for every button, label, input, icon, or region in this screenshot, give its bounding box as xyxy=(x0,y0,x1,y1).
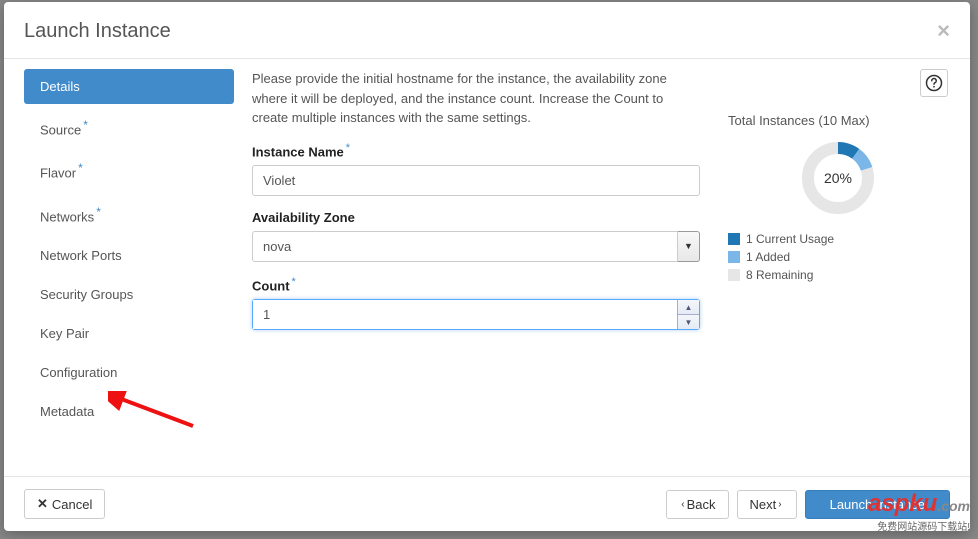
usage-donut-chart: 20% xyxy=(798,138,878,218)
sidebar-item-source[interactable]: Source* xyxy=(24,108,234,147)
sidebar-item-label: Configuration xyxy=(40,365,117,380)
count-input[interactable] xyxy=(253,300,677,329)
sidebar-item-label: Flavor xyxy=(40,166,76,181)
legend-swatch xyxy=(728,251,740,263)
modal-title: Launch Instance xyxy=(24,20,171,43)
stats-title: Total Instances (10 Max) xyxy=(728,113,948,128)
legend-item-current: 1 Current Usage xyxy=(728,232,948,246)
sidebar-item-networks[interactable]: Networks* xyxy=(24,195,234,234)
legend-swatch xyxy=(728,233,740,245)
chevron-right-icon: › xyxy=(778,499,781,510)
spinner-buttons: ▲ ▼ xyxy=(677,300,699,329)
sidebar-item-flavor[interactable]: Flavor* xyxy=(24,151,234,190)
close-icon[interactable]: × xyxy=(937,18,950,44)
modal-body: Details Source* Flavor* Networks* Networ… xyxy=(4,59,970,476)
instance-name-group: Instance Name* xyxy=(252,142,700,196)
sidebar-item-label: Details xyxy=(40,79,80,94)
sidebar-item-label: Key Pair xyxy=(40,326,89,341)
availability-zone-group: Availability Zone nova ▼ xyxy=(252,210,700,262)
legend-swatch xyxy=(728,269,740,281)
sidebar-item-label: Source xyxy=(40,122,81,137)
instance-name-label: Instance Name* xyxy=(252,142,700,159)
chevron-left-icon: ‹ xyxy=(681,499,684,510)
sidebar-item-details[interactable]: Details xyxy=(24,69,234,104)
count-group: Count* ▲ ▼ xyxy=(252,276,700,330)
usage-legend: 1 Current Usage 1 Added 8 Remaining xyxy=(728,232,948,282)
sidebar-item-label: Network Ports xyxy=(40,248,122,263)
back-button[interactable]: ‹Back xyxy=(666,490,728,519)
sidebar-item-label: Metadata xyxy=(40,404,94,419)
required-icon: * xyxy=(83,118,88,132)
modal-header: Launch Instance × xyxy=(4,2,970,59)
donut-percent-label: 20% xyxy=(798,138,878,218)
wizard-sidebar: Details Source* Flavor* Networks* Networ… xyxy=(24,59,234,476)
sidebar-item-key-pair[interactable]: Key Pair xyxy=(24,316,234,351)
required-icon: * xyxy=(346,142,350,154)
intro-text: Please provide the initial hostname for … xyxy=(252,69,700,128)
required-icon: * xyxy=(292,276,296,288)
launch-instance-button[interactable]: Launch Instance xyxy=(805,490,950,519)
required-icon: * xyxy=(78,161,83,175)
legend-item-added: 1 Added xyxy=(728,250,948,264)
x-icon: ✕ xyxy=(37,496,48,512)
sidebar-item-label: Networks xyxy=(40,209,94,224)
sidebar-item-label: Security Groups xyxy=(40,287,133,302)
legend-item-remaining: 8 Remaining xyxy=(728,268,948,282)
modal-footer: ✕Cancel ‹Back Next› Launch Instance xyxy=(4,476,970,531)
availability-zone-select[interactable]: nova xyxy=(252,231,678,262)
spinner-up-icon[interactable]: ▲ xyxy=(678,300,699,315)
sidebar-item-network-ports[interactable]: Network Ports xyxy=(24,238,234,273)
cancel-button[interactable]: ✕Cancel xyxy=(24,489,105,519)
next-button[interactable]: Next› xyxy=(737,490,797,519)
count-label: Count* xyxy=(252,276,700,293)
help-icon[interactable] xyxy=(920,69,948,97)
instance-name-input[interactable] xyxy=(252,165,700,196)
availability-zone-label: Availability Zone xyxy=(252,210,700,225)
help-column: Total Instances (10 Max) 20% 1 Current U… xyxy=(728,69,948,466)
required-icon: * xyxy=(96,205,101,219)
form-column: Please provide the initial hostname for … xyxy=(252,69,728,466)
spinner-down-icon[interactable]: ▼ xyxy=(678,315,699,329)
launch-instance-modal: Launch Instance × Details Source* Flavor… xyxy=(4,2,970,531)
sidebar-item-metadata[interactable]: Metadata xyxy=(24,394,234,429)
sidebar-item-security-groups[interactable]: Security Groups xyxy=(24,277,234,312)
chevron-down-icon[interactable]: ▼ xyxy=(678,231,700,262)
main-panel: Please provide the initial hostname for … xyxy=(234,59,970,476)
sidebar-item-configuration[interactable]: Configuration xyxy=(24,355,234,390)
